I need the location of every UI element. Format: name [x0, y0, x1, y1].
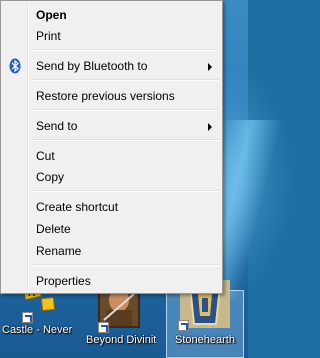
menu-item-copy[interactable]: Copy	[3, 166, 220, 188]
menu-item-label: Print	[36, 29, 61, 43]
menu-item-cut[interactable]: Cut	[3, 145, 220, 167]
menu-item-label: Open	[36, 8, 67, 22]
menu-item-label: Restore previous versions	[36, 89, 175, 103]
context-menu: Open Print Send by Bluetooth to Restore …	[0, 0, 223, 294]
menu-item-restore-previous-versions[interactable]: Restore previous versions	[3, 85, 220, 107]
menu-item-rename[interactable]: Rename	[3, 240, 220, 262]
desktop-icon-caption: Stonehearth	[175, 334, 235, 346]
menu-separator	[31, 49, 219, 51]
menu-item-label: Create shortcut	[36, 200, 119, 214]
menu-item-open[interactable]: Open	[3, 4, 220, 26]
menu-item-label: Cut	[36, 149, 55, 163]
desktop-icon-caption: Castle - Never Jud...	[2, 324, 72, 336]
menu-item-label: Send by Bluetooth to	[36, 59, 148, 73]
menu-item-label: Delete	[36, 222, 71, 236]
menu-separator	[31, 139, 219, 141]
menu-item-print[interactable]: Print	[3, 25, 220, 47]
bluetooth-icon	[9, 58, 21, 74]
menu-separator	[31, 109, 219, 111]
shortcut-arrow-icon	[178, 320, 189, 331]
menu-item-label: Properties	[36, 274, 91, 288]
menu-item-delete[interactable]: Delete	[3, 218, 220, 240]
submenu-arrow-icon	[208, 123, 212, 131]
menu-item-label: Rename	[36, 244, 82, 258]
menu-item-send-to[interactable]: Send to	[3, 115, 220, 137]
shortcut-arrow-icon	[22, 312, 33, 323]
menu-separator	[31, 190, 219, 192]
desktop-icon-caption: Beyond Divinity	[86, 334, 156, 346]
menu-item-properties[interactable]: Properties	[3, 270, 220, 292]
shortcut-arrow-icon	[98, 322, 109, 333]
menu-separator	[31, 79, 219, 81]
menu-item-send-by-bluetooth[interactable]: Send by Bluetooth to	[3, 55, 220, 77]
submenu-arrow-icon	[208, 63, 212, 71]
menu-item-create-shortcut[interactable]: Create shortcut	[3, 196, 220, 218]
menu-separator	[31, 264, 219, 266]
menu-item-label: Copy	[36, 170, 65, 184]
menu-item-label: Send to	[36, 119, 78, 133]
